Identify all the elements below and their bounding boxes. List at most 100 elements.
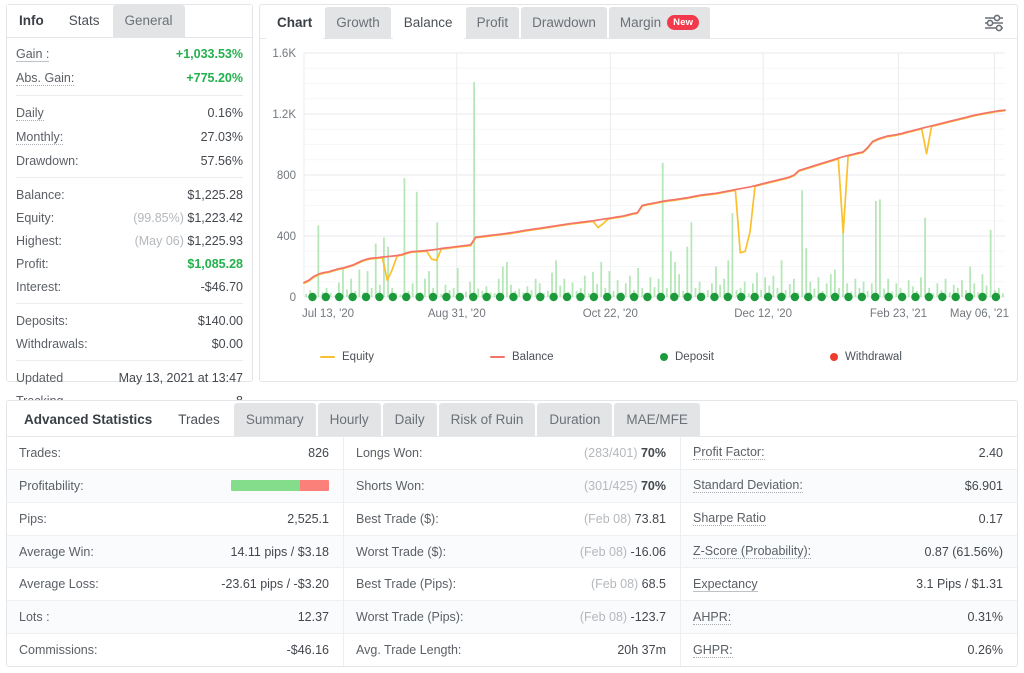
legend-dot-icon (830, 353, 838, 361)
info-row-drawdown: Drawdown:57.56% (16, 149, 243, 172)
info-row-label: Equity: (16, 211, 54, 225)
stats-tab-summary[interactable]: Summary (234, 403, 316, 436)
chart-tab-profit[interactable]: Profit (466, 7, 520, 39)
stats-row-value: 3.1 Pips / $1.31 (916, 577, 1003, 591)
stats-row-value: 0.87 (61.56%) (924, 545, 1003, 559)
stats-row-pips: Pips:2,525.1 (7, 503, 343, 536)
stats-row-ahpr: AHPR:0.31% (681, 601, 1017, 634)
legend-label: Deposit (675, 351, 714, 363)
info-tabbar: InfoStatsGeneral (7, 5, 252, 38)
info-row-value: $0.00 (212, 337, 243, 351)
stats-row-prefix: (283/401) (584, 446, 641, 460)
stats-column-3: Profit Factor:2.40Standard Deviation:$6.… (680, 437, 1017, 666)
legend-label: Withdrawal (845, 351, 902, 363)
stats-row-value: -23.61 pips / -$3.20 (221, 577, 329, 591)
svg-text:1.2K: 1.2K (272, 109, 296, 121)
svg-text:400: 400 (277, 231, 296, 243)
chart-tab-balance[interactable]: Balance (393, 7, 464, 39)
stats-row-label: Commissions: (19, 643, 98, 657)
chart-panel: ChartGrowthBalanceProfitDrawdownMarginNe… (259, 4, 1018, 382)
svg-text:800: 800 (277, 170, 296, 182)
info-row-prefix: (May 06) (135, 234, 188, 248)
chart-tab-growth[interactable]: Growth (325, 7, 391, 39)
stats-row-label: Longs Won: (356, 446, 422, 460)
info-row-value: 0.16% (208, 106, 243, 120)
sliders-icon (983, 13, 1005, 33)
info-row-amount: $1,223.42 (187, 211, 243, 225)
svg-text:Oct 22, '20: Oct 22, '20 (583, 308, 638, 320)
stats-row-label: Pips: (19, 512, 47, 526)
stats-row-value: 0.17 (979, 512, 1003, 526)
info-tab-general[interactable]: General (113, 5, 185, 37)
info-stats-list: Gain :+1,033.53%Abs. Gain:+775.20%Daily0… (7, 38, 252, 412)
stats-row-prefix: (Feb 08) (591, 577, 642, 591)
stats-tab-daily[interactable]: Daily (383, 403, 437, 436)
stats-tab-trades[interactable]: Trades (166, 403, 232, 436)
info-row-label: Gain : (16, 47, 49, 62)
stats-row-value: 0.26% (968, 643, 1003, 657)
balance-chart[interactable]: 04008001.2K1.6KJul 13, '20Aug 31, '20Oct… (260, 47, 1009, 381)
chart-settings-icon[interactable] (983, 13, 1005, 33)
stats-column-2: Longs Won: (283/401) 70% Shorts Won:(301/4… (343, 437, 680, 666)
info-divider (16, 177, 243, 178)
stats-tab-risk-of-ruin[interactable]: Risk of Ruin (439, 403, 536, 436)
info-row-label: Deposits: (16, 314, 68, 328)
new-badge: New (667, 15, 699, 30)
stats-row-profit-factor: Profit Factor:2.40 (681, 437, 1017, 470)
stats-tab-duration[interactable]: Duration (537, 403, 612, 436)
stats-row-prefix: (Feb 08) (580, 610, 631, 624)
legend-label: Equity (342, 351, 374, 363)
stats-tab-mae-mfe[interactable]: MAE/MFE (614, 403, 700, 436)
chart-tab-drawdown[interactable]: Drawdown (521, 7, 607, 39)
legend-item-equity[interactable]: Equity (320, 351, 374, 363)
legend-line-icon (320, 356, 335, 358)
stats-row-amount: -16.06 (631, 545, 666, 559)
info-panel: InfoStatsGeneral Gain :+1,033.53%Abs. Ga… (6, 4, 253, 382)
svg-text:Dec 12, '20: Dec 12, '20 (734, 308, 792, 320)
chart-legend: Equity Balance Deposit Withdrawal (260, 351, 1017, 369)
chart-tab-label: Growth (336, 15, 380, 30)
stats-row-label: Sharpe Ratio (693, 511, 766, 526)
info-row-prefix: (99.85%) (133, 211, 187, 225)
stats-row-value: 14.11 pips / $3.18 (231, 545, 329, 559)
advanced-stats-tabbar: Advanced StatisticsTradesSummaryHourlyDa… (7, 401, 1017, 437)
stats-row-value: 2.40 (979, 446, 1003, 460)
stats-row-ghpr: GHPR: 0.26% (681, 634, 1017, 666)
stats-row-label: Z-Score (Probability): (693, 544, 811, 559)
chart-tab-label: Drawdown (532, 15, 596, 30)
stats-tab-advanced-statistics[interactable]: Advanced Statistics (12, 403, 164, 436)
stats-tab-hourly[interactable]: Hourly (318, 403, 381, 436)
profitability-bar-win (231, 480, 300, 491)
chart-tab-chart[interactable]: Chart (266, 7, 323, 39)
info-row-monthly: Monthly:27.03% (16, 125, 243, 149)
info-row-deposits: Deposits: $140.00 (16, 309, 243, 332)
stats-row-label: GHPR: (693, 643, 733, 658)
info-row-value: +1,033.53% (176, 47, 243, 61)
stats-row-label: Expectancy (693, 577, 758, 592)
legend-item-withdrawal[interactable]: Withdrawal (830, 351, 902, 363)
info-tab-info[interactable]: Info (7, 5, 56, 37)
info-tab-stats[interactable]: Stats (57, 5, 112, 37)
profitability-bar (231, 480, 329, 491)
stats-row-value: (Feb 08) 68.5 (591, 577, 666, 591)
legend-item-deposit[interactable]: Deposit (660, 351, 714, 363)
stats-row-prefix: (Feb 08) (584, 512, 635, 526)
stats-row-commissions: Commissions:-$46.16 (7, 634, 343, 666)
info-divider (16, 95, 243, 96)
stats-row-value: (301/425) 70% (584, 479, 666, 493)
info-row-value: $140.00 (198, 314, 243, 328)
info-row-label: Profit: (16, 257, 49, 271)
info-row-value: 57.56% (201, 154, 243, 168)
legend-item-balance[interactable]: Balance (490, 351, 554, 363)
info-row-label: Balance: (16, 188, 65, 202)
stats-row-sharpe-ratio: Sharpe Ratio 0.17 (681, 503, 1017, 536)
info-row-value: $1,225.28 (187, 188, 243, 202)
info-row-highest: Highest:(May 06) $1,225.93 (16, 229, 243, 252)
stats-row-shorts-won: Shorts Won:(301/425) 70% (344, 470, 680, 503)
stats-row-label: Best Trade (Pips): (356, 577, 456, 591)
info-row-label: Withdrawals: (16, 337, 88, 351)
stats-row-amount: 70% (641, 446, 666, 460)
stats-row-label: Worst Trade ($): (356, 545, 446, 559)
info-row-value: May 13, 2021 at 13:47 (119, 371, 243, 385)
chart-tab-margin[interactable]: MarginNew (609, 7, 710, 39)
